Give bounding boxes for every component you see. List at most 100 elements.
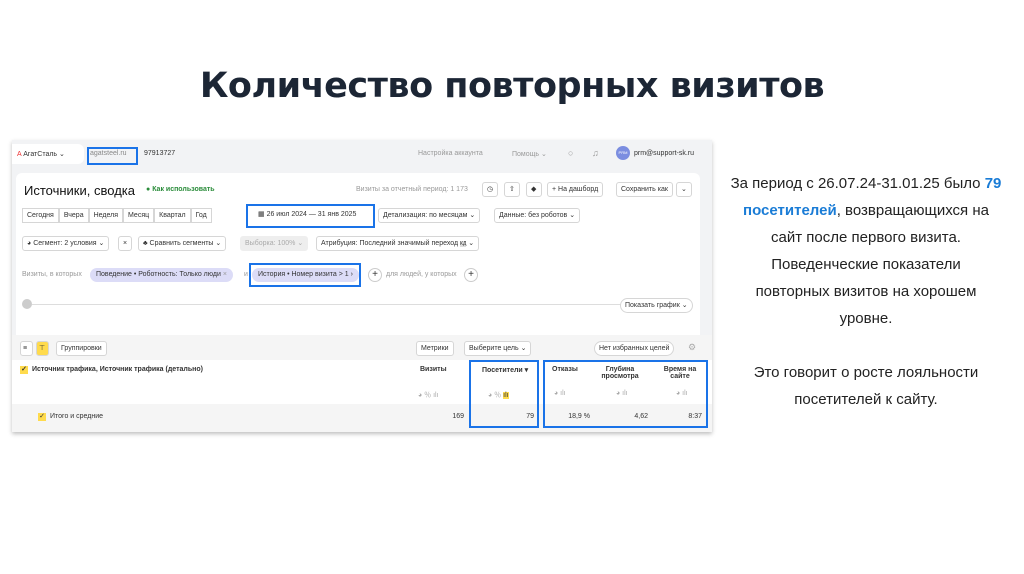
highlight-condition <box>249 263 361 287</box>
save-as-dropdown[interactable]: ⌄ <box>676 182 692 197</box>
bell-icon[interactable]: ♫ <box>592 148 599 158</box>
avatar[interactable]: PRM <box>616 146 630 160</box>
chart-line <box>32 304 622 305</box>
period-year[interactable]: Год <box>190 208 212 223</box>
gear-icon[interactable]: ⚙ <box>688 342 696 353</box>
tree-view-button[interactable]: ⊤ <box>36 341 49 356</box>
compare-label: Сравнить сегменты <box>149 240 214 247</box>
checkbox-icon[interactable]: ✓ <box>38 413 46 421</box>
visits-info: Визиты за отчетный период: 1 173 <box>356 186 468 193</box>
attribution-badge: КД <box>460 241 467 247</box>
text-line: посетителей к сайту. <box>794 391 938 408</box>
show-chart-label: Показать график <box>625 302 680 309</box>
report-table: ≡ ⊤ Группировки Метрики Выберите цель ⌄ … <box>12 335 712 432</box>
and-label: и <box>244 271 248 278</box>
text-line: За период с 26.07.24-31.01.25 было <box>730 175 985 192</box>
add-people-condition-button[interactable]: + <box>464 268 478 282</box>
period-tabs: Сегодня Вчера Неделя Месяц Квартал Год <box>22 208 212 223</box>
highlight-site <box>87 147 138 165</box>
metrika-screenshot: A АгатСталь ⌄ agatsteel.ru 97913727 Наст… <box>12 140 712 432</box>
history-button[interactable]: ◷ <box>482 182 498 197</box>
segment-label: Сегмент: 2 условия <box>33 240 97 247</box>
api-button[interactable]: ◆ <box>526 182 542 197</box>
segment-dropdown[interactable]: ◕ Сегмент: 2 условия ⌄ <box>22 236 110 251</box>
org-name: АгатСталь <box>23 151 58 158</box>
favorite-goals-button[interactable]: Нет избранных целей <box>594 341 675 356</box>
counter-id: 97913727 <box>144 150 176 157</box>
visitors-count: 79 <box>984 175 1002 192</box>
report-title: Источники, сводка <box>24 183 135 198</box>
pie-icon: ◕ <box>27 240 32 247</box>
data-filter-dropdown[interactable]: Данные: без роботов ⌄ <box>494 208 581 223</box>
goal-dropdown[interactable]: Выберите цель ⌄ <box>464 341 532 356</box>
visitors-word: посетителей <box>743 202 837 219</box>
compare-segments-dropdown[interactable]: ♣ Сравнить сегменты ⌄ <box>138 236 227 251</box>
logo-icon: A <box>17 151 22 158</box>
period-month[interactable]: Месяц <box>123 208 155 223</box>
org-selector[interactable]: A АгатСталь ⌄ <box>12 144 84 164</box>
slide-title: Количество повторных визитов <box>199 66 825 106</box>
chat-icon[interactable]: ○ <box>568 148 573 158</box>
condition-label: Поведение • Роботность: Только люди <box>96 271 221 278</box>
info-icon: ● <box>146 186 151 193</box>
groupings-button[interactable]: Группировки <box>56 341 107 356</box>
dimension-header[interactable]: ✓ Источник трафика, Источник трафика (дет… <box>20 366 203 374</box>
chart-icon <box>22 299 32 309</box>
highlight-behavior <box>543 360 708 428</box>
total-visits: 169 <box>452 413 464 420</box>
clear-segment-button[interactable]: × <box>118 236 132 251</box>
visits-where-label: Визиты, в которых <box>22 271 82 278</box>
user-email[interactable]: prm@support-sk.ru <box>634 150 694 157</box>
highlight-visitors <box>469 360 539 428</box>
checkbox-icon[interactable]: ✓ <box>20 366 28 374</box>
help-menu[interactable]: Помощь ⌄ <box>512 150 547 158</box>
text-line: сайт после первого визита. <box>771 229 961 246</box>
export-button[interactable]: ⇧ <box>504 182 520 197</box>
sample-dropdown[interactable]: Выборка: 100% ⌄ <box>240 236 309 251</box>
save-as-button[interactable]: Сохранить как <box>616 182 673 197</box>
attribution-label: Атрибуция: Последний значимый переход <box>321 240 459 247</box>
text-line: , возвращающихся на <box>836 202 989 219</box>
clock-icon: ◷ <box>487 186 494 193</box>
period-yesterday[interactable]: Вчера <box>58 208 89 223</box>
add-condition-button[interactable]: + <box>368 268 382 282</box>
pie-icon[interactable]: ◕ ％ ılı <box>418 390 439 400</box>
help-label: Помощь <box>512 151 540 158</box>
text-line: повторных визитов на хорошем <box>755 283 977 300</box>
commentary: За период с 26.07.24-31.01.25 было 79 по… <box>720 170 1012 413</box>
account-settings-link[interactable]: Настройка аккаунта <box>418 150 483 157</box>
list-icon: ≡ <box>23 345 28 352</box>
period-week[interactable]: Неделя <box>88 208 124 223</box>
show-chart-button[interactable]: Показать график ⌄ <box>620 298 693 313</box>
how-to-link[interactable]: ● Как использовать <box>146 186 215 193</box>
close-icon: × <box>123 240 128 247</box>
list-view-button[interactable]: ≡ <box>20 341 33 356</box>
top-bar: A АгатСталь ⌄ agatsteel.ru 97913727 Наст… <box>12 140 712 170</box>
totals-text: Итого и средние <box>50 413 104 420</box>
attribution-dropdown[interactable]: Атрибуция: Последний значимый переход КД… <box>316 236 480 251</box>
close-icon[interactable]: × <box>223 271 227 278</box>
how-to-label: Как использовать <box>152 186 215 193</box>
period-today[interactable]: Сегодня <box>22 208 59 223</box>
people-where-label: для людей, у которых <box>386 271 457 278</box>
period-quarter[interactable]: Квартал <box>154 208 191 223</box>
upload-icon: ⇧ <box>509 186 515 193</box>
to-dashboard-button[interactable]: + На дашборд <box>547 182 604 197</box>
highlight-date <box>246 204 375 228</box>
data-filter-label: Данные: без роботов <box>499 212 568 219</box>
text-line: уровне. <box>839 310 893 327</box>
goal-label: Выберите цель <box>469 345 519 352</box>
compare-icon: ♣ <box>143 240 148 247</box>
condition-chip-robots[interactable]: Поведение • Роботность: Только люди × <box>90 268 233 282</box>
tree-icon: ⊤ <box>39 345 46 352</box>
text-line: Это говорит о росте лояльности <box>753 364 979 381</box>
detail-dropdown[interactable]: Детализация: по месяцам ⌄ <box>378 208 481 223</box>
chevron-down-icon: ⌄ <box>681 186 687 193</box>
column-visits[interactable]: Визиты <box>420 366 447 373</box>
text-line: Поведенческие показатели <box>771 256 961 273</box>
api-icon: ◆ <box>531 186 537 193</box>
sample-label: Выборка: 100% <box>245 240 296 247</box>
detail-label: Детализация: по месяцам <box>383 212 468 219</box>
metrics-button[interactable]: Метрики <box>416 341 454 356</box>
totals-label: ✓ Итого и средние <box>38 413 103 421</box>
